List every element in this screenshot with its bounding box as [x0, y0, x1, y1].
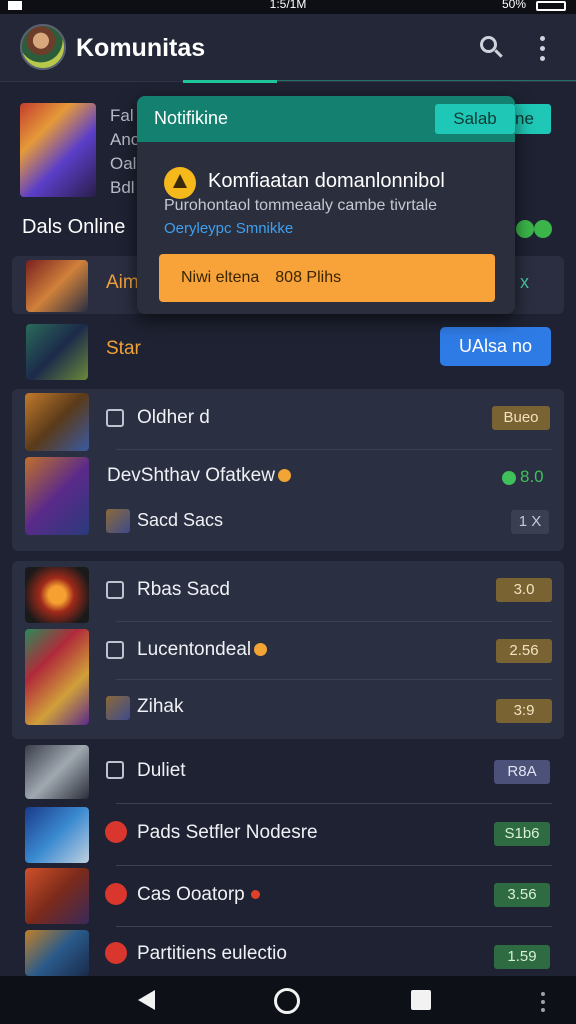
row-label: Aim: [106, 272, 139, 293]
row-label[interactable]: Zihak: [137, 696, 183, 718]
system-nav-bar: [0, 976, 576, 1024]
count-badge: 1.59: [494, 945, 550, 969]
count-badge: 1 X: [511, 510, 549, 534]
list-item[interactable]: Partitiens eulectio 1.59: [12, 928, 564, 976]
featured-game-thumbnail[interactable]: [20, 103, 96, 197]
count-badge: 3.56: [494, 883, 550, 907]
row-label: Cas Ooatorp: [137, 884, 260, 906]
list-item[interactable]: Cas Ooatorp 3.56: [12, 868, 564, 926]
group-card: Oldher d Bueo DevShthav Ofatkew 8.0 Sacd…: [12, 389, 564, 551]
battery-percent: 50%: [501, 0, 526, 11]
dot-icon: [250, 890, 260, 900]
back-icon[interactable]: [138, 990, 155, 1010]
row-label[interactable]: Lucentondeal: [137, 639, 268, 661]
page-title: Komunitas: [76, 34, 206, 62]
chat-icon: [106, 581, 124, 599]
warning-icon: [164, 167, 196, 199]
chat-icon: [106, 761, 124, 779]
row-label[interactable]: DevShthav Ofatkew: [107, 465, 291, 487]
clock: 1:5/1M: [269, 0, 307, 11]
list-item[interactable]: Pads Setfler Nodesre S1b6: [12, 807, 564, 865]
game-thumbnail: [25, 457, 89, 535]
count-badge: S1b6: [494, 822, 550, 846]
game-thumbnail: [25, 567, 89, 623]
tab-indicator: [183, 80, 277, 83]
count-badge: Bueo: [492, 406, 550, 430]
more-options-button[interactable]: [532, 36, 552, 66]
coin-icon: [254, 643, 268, 657]
notification-title: Notifikine: [154, 108, 229, 128]
row-label[interactable]: Oldher d: [137, 407, 210, 429]
alert-icon: [105, 942, 127, 964]
game-thumbnail: [25, 629, 89, 725]
tools-icon: [106, 641, 124, 659]
status-bar: 1:5/1M 50%: [0, 0, 576, 14]
online-dot-icon: [502, 470, 516, 485]
notification-heading: Komfiaatan domanlonnibol: [208, 170, 445, 192]
recent-apps-icon[interactable]: [411, 990, 431, 1010]
online-count: 8.0: [502, 467, 544, 487]
screen: 1:5/1M 50% Komunitas Fal Anc Oal Bdl Dal…: [0, 0, 576, 1024]
row-label: Star: [106, 338, 141, 359]
game-thumbnail: [25, 807, 89, 863]
alert-icon: [105, 821, 127, 843]
notification-tag[interactable]: Salab: [435, 104, 515, 134]
notification-action-button[interactable]: Niwi eltena 808 Plihs: [159, 254, 495, 302]
game-thumbnail: [25, 393, 89, 451]
row-label: Duliet: [137, 760, 186, 781]
battery-icon: [536, 1, 566, 11]
search-button[interactable]: [476, 32, 506, 62]
online-indicator-icon: [516, 220, 552, 238]
notification-description: Purohontaol tommeaaly cambe tivrtale: [164, 197, 438, 214]
close-icon[interactable]: x: [520, 272, 529, 293]
game-thumbnail: [26, 324, 88, 380]
count-badge: 3:9: [496, 699, 552, 723]
mini-thumbnail: [106, 696, 130, 720]
notification-tag-ext: ne: [515, 104, 551, 134]
row-label[interactable]: Rbas Sacd: [137, 579, 230, 601]
section-title: Dals Online: [22, 216, 126, 238]
count-badge: 2.56: [496, 639, 552, 663]
coin-icon: [277, 469, 291, 483]
app-bar: Komunitas: [0, 14, 576, 82]
alert-icon: [105, 883, 127, 905]
game-thumbnail: [26, 260, 88, 312]
more-icon[interactable]: [540, 992, 546, 1014]
row-label: Partitiens eulectio: [137, 943, 287, 964]
avatar[interactable]: [20, 24, 66, 70]
game-thumbnail: [25, 930, 89, 976]
tab-divider: [277, 80, 576, 81]
count-badge: R8A: [494, 760, 550, 784]
join-button[interactable]: UAlsa no: [440, 327, 551, 366]
notification-popup: Notifikine Salab Komfiaatan domanlonnibo…: [137, 96, 515, 314]
featured-text: Fal Anc Oal Bdl: [110, 106, 140, 197]
game-thumbnail: [25, 868, 89, 924]
mini-thumbnail: [106, 509, 130, 533]
notification-link[interactable]: Oeryleypc Smnikke: [164, 220, 293, 237]
home-icon[interactable]: [274, 988, 300, 1014]
count-badge: 3.0: [496, 578, 552, 602]
chat-icon: [106, 409, 124, 427]
row-label[interactable]: Sacd Sacs: [137, 510, 223, 531]
game-thumbnail: [25, 745, 89, 799]
row-label: Pads Setfler Nodesre: [137, 822, 318, 843]
list-item[interactable]: Duliet R8A: [12, 745, 564, 803]
notification-header: Notifikine Salab: [137, 96, 515, 142]
group-card: Rbas Sacd 3.0 Lucentondeal 2.56 Zihak 3:…: [12, 561, 564, 739]
